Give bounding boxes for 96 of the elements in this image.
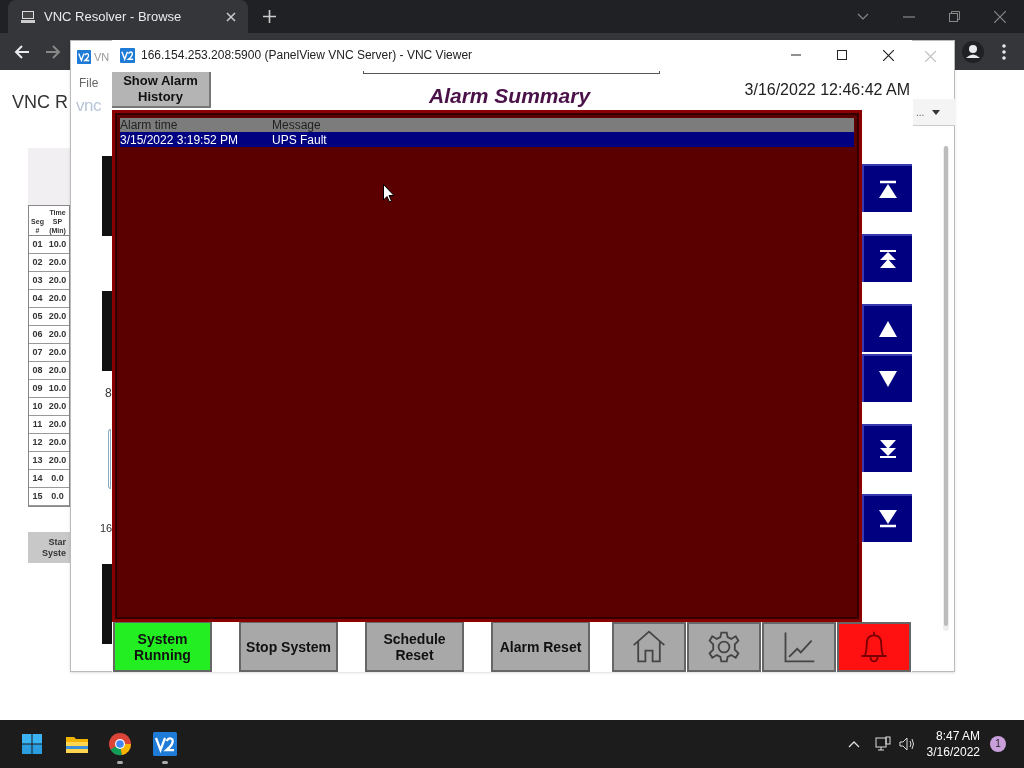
vnc-logo-icon (153, 732, 177, 756)
browser-icon (108, 732, 132, 756)
control-button[interactable]: System Running (113, 622, 212, 672)
table-cell-text: 02 (31, 255, 44, 269)
logo-text: vnc (76, 95, 102, 117)
scrollbar[interactable] (943, 146, 949, 631)
input-field[interactable] (108, 429, 111, 489)
menu-item[interactable]: File (79, 74, 99, 92)
nav-button[interactable] (837, 622, 911, 672)
table-cell-text: 20.0 (47, 417, 68, 431)
notification-badge[interactable]: 1 (990, 736, 1006, 752)
window-title: 166.154.253.208:5900 (PanelView VNC Server) - VNC Viewer (141, 47, 473, 64)
table-cell-text: 10 (31, 399, 44, 413)
scroll-button[interactable] (862, 304, 912, 352)
nav-button[interactable] (762, 622, 836, 672)
caret-icon (932, 109, 941, 115)
table-cell-text: 20.0 (47, 435, 68, 449)
menu-icon[interactable] (1002, 43, 1006, 60)
windows-icon (20, 732, 44, 756)
nav-button[interactable] (687, 622, 761, 672)
screen-title: Alarm Summary (429, 83, 591, 109)
table-cell-text: 20.0 (47, 327, 68, 341)
control-button[interactable]: Schedule Reset (365, 622, 464, 672)
table-cell-text: 08 (31, 363, 44, 377)
vnc-logo-icon (77, 50, 91, 65)
nav-button[interactable] (612, 622, 686, 672)
table-cell-text: 11 (31, 417, 44, 431)
table-cell-text: 12 (31, 435, 44, 449)
table-cell-text: 20.0 (47, 273, 68, 287)
new-tab-icon[interactable] (263, 10, 276, 23)
running-indicator (117, 761, 123, 764)
skip-top-icon (878, 179, 898, 199)
table-cell-text: 03 (31, 273, 44, 287)
close-icon[interactable] (883, 49, 894, 61)
network-icon[interactable] (874, 736, 891, 752)
table-cell-text: 20.0 (47, 309, 68, 323)
table-cell-text: 04 (31, 291, 44, 305)
profile-icon[interactable] (962, 40, 984, 63)
scroll-button[interactable] (862, 234, 912, 282)
table-cell-text: 15 (31, 489, 44, 503)
control-button[interactable]: Stop System (239, 622, 338, 672)
history-button[interactable]: Show Alarm History (112, 72, 211, 108)
table-cell-text: 01 (31, 237, 44, 251)
control-button[interactable]: Alarm Reset (491, 622, 590, 672)
alarm-row[interactable]: 3/15/2022 3:19:52 PM UPS Fault (120, 132, 854, 147)
chevron-down-icon[interactable] (857, 12, 869, 21)
speaker-icon[interactable] (898, 736, 917, 752)
table-cell-text: 20.0 (47, 345, 68, 359)
cursor-icon (383, 184, 395, 203)
table-cell-text: 05 (31, 309, 44, 323)
restore-icon[interactable] (949, 11, 960, 22)
table-cell-text: 14 (31, 471, 44, 485)
scroll-button[interactable] (862, 354, 912, 402)
table-cell-text: 20.0 (47, 255, 68, 269)
value-text: 16 (100, 521, 113, 536)
table-cell-text: 13 (31, 453, 44, 467)
back-icon[interactable] (14, 43, 30, 60)
maximize-icon[interactable] (837, 50, 847, 60)
scroll-button[interactable] (862, 494, 912, 542)
computer-icon (20, 8, 36, 25)
table-cell-text: 06 (31, 327, 44, 341)
table-cell-text: 09 (31, 381, 44, 395)
chevron-up-icon[interactable] (847, 740, 860, 748)
double-down-icon (878, 439, 898, 459)
table-cell-text: 20.0 (47, 453, 68, 467)
running-indicator (162, 761, 168, 764)
table-cell-text: 10.0 (47, 381, 68, 395)
dropdown[interactable]: ... (913, 99, 955, 126)
clock[interactable]: 8:47 AM 3/16/2022 (926, 728, 980, 760)
value-text: 8 (105, 385, 112, 402)
tab-title: VNC Resolver - Browse (44, 7, 183, 26)
column-header: Message (272, 118, 321, 132)
table-cell-text: 0.0 (50, 489, 65, 503)
forward-icon[interactable] (45, 43, 61, 60)
scroll-button[interactable] (862, 424, 912, 472)
down-icon (878, 369, 898, 389)
table-cell-text: 20.0 (47, 363, 68, 377)
table-cell-text: 10.0 (47, 237, 68, 251)
table-cell-text: 20.0 (47, 399, 68, 413)
start-button[interactable]: Star Syste (28, 532, 70, 563)
table-cell-text: 07 (31, 345, 44, 359)
up-icon (878, 319, 898, 339)
table-cell-text: 0.0 (50, 471, 65, 485)
minimize-icon[interactable] (903, 15, 915, 18)
date-time: 3/16/2022 12:46:42 AM (744, 80, 910, 100)
settings-icon (706, 629, 742, 665)
home-icon (631, 629, 667, 665)
scroll-button[interactable] (862, 164, 912, 212)
table-cell-text: 20.0 (47, 291, 68, 305)
browser-tab[interactable]: VNC Resolver - Browse (8, 0, 248, 33)
skip-bottom-icon (878, 509, 898, 529)
window-title: VN (94, 50, 110, 65)
double-up-icon (878, 249, 898, 269)
vnc-logo-icon (120, 47, 135, 63)
page-heading: VNC R (12, 91, 68, 114)
column-header: Alarm time (120, 118, 179, 132)
